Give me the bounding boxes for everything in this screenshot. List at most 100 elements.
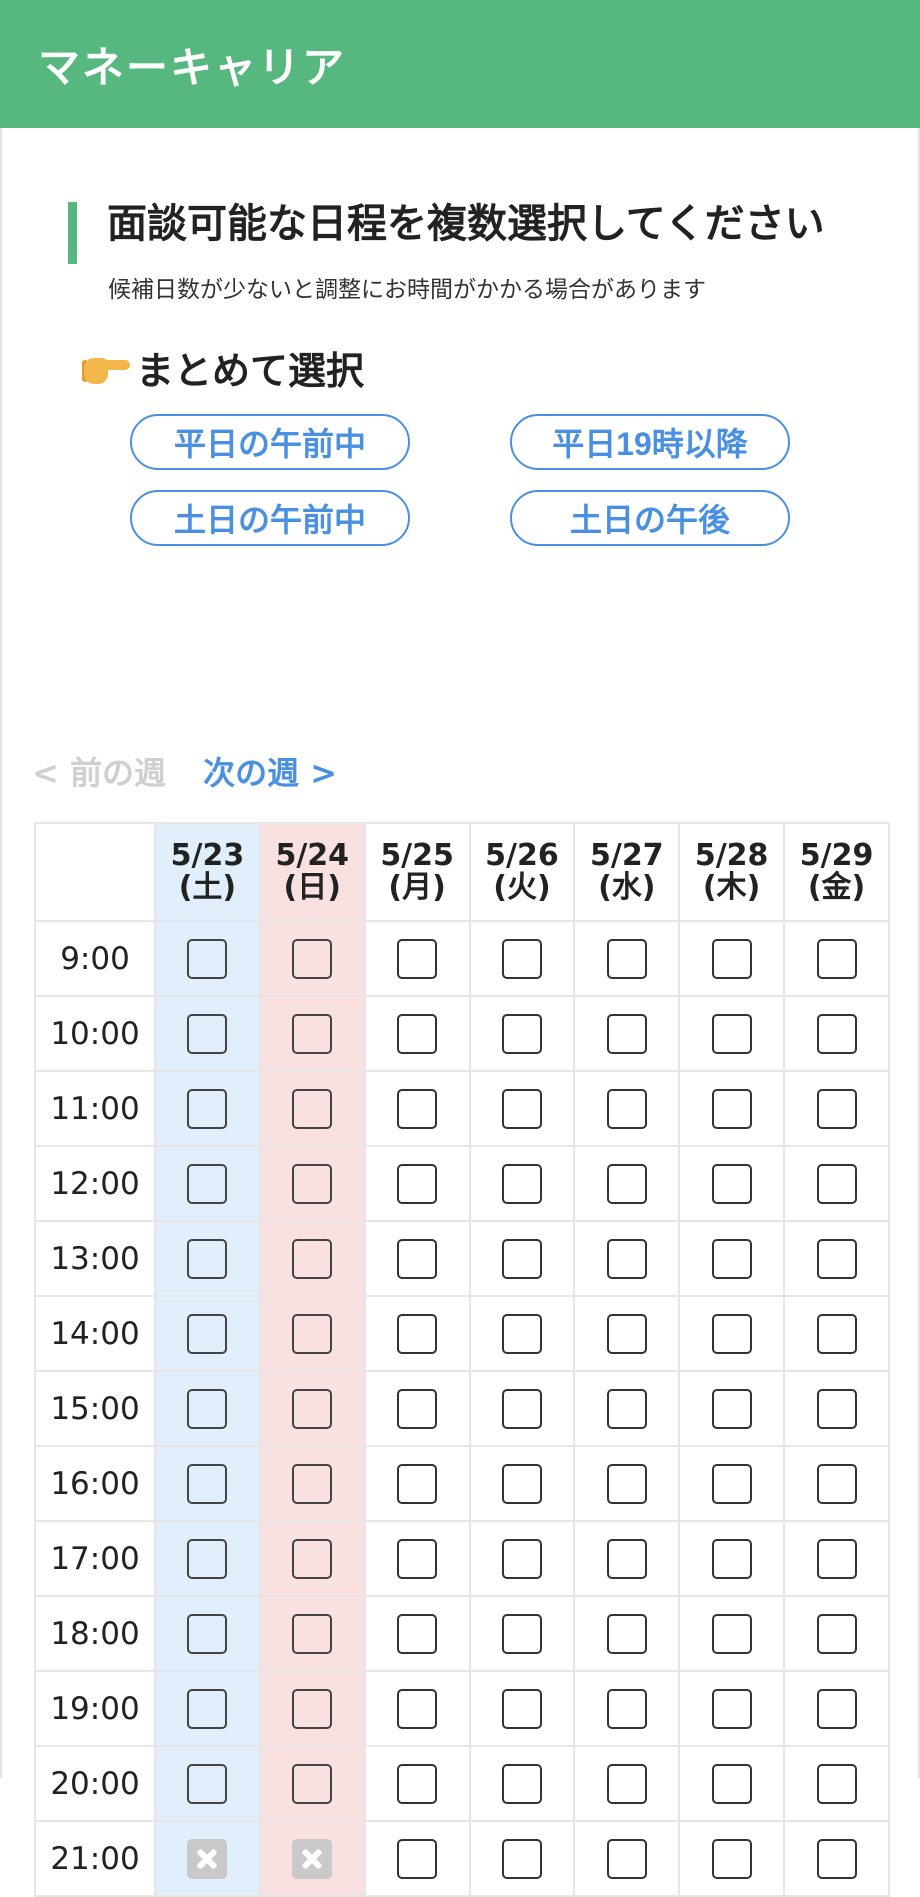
slot-checkbox[interactable] [187, 1088, 228, 1129]
slot-checkbox[interactable] [292, 1538, 333, 1579]
slot-checkbox[interactable] [606, 1538, 647, 1579]
slot-checkbox[interactable] [501, 1388, 542, 1429]
slot-checkbox[interactable] [711, 1313, 752, 1354]
slot-checkbox[interactable] [187, 1763, 228, 1804]
slot-checkbox[interactable] [606, 1463, 647, 1504]
slot-checkbox[interactable] [292, 938, 333, 979]
slot-checkbox[interactable] [606, 1013, 647, 1054]
time-slot-cell [468, 920, 576, 997]
slot-checkbox[interactable] [711, 1538, 752, 1579]
slot-checkbox[interactable] [816, 1838, 857, 1879]
slot-checkbox[interactable] [292, 1313, 333, 1354]
slot-checkbox[interactable] [606, 1838, 647, 1879]
slot-checkbox[interactable] [711, 1763, 752, 1804]
slot-checkbox[interactable] [397, 1088, 438, 1129]
slot-checkbox[interactable] [397, 1538, 438, 1579]
slot-checkbox[interactable] [501, 1163, 542, 1204]
slot-checkbox[interactable] [606, 938, 647, 979]
next-week-link[interactable]: 次の週 > [203, 754, 337, 792]
slot-checkbox[interactable] [187, 938, 228, 979]
slot-checkbox[interactable] [711, 1013, 752, 1054]
slot-checkbox[interactable] [397, 1238, 438, 1279]
slot-checkbox[interactable] [292, 1013, 333, 1054]
slot-checkbox[interactable] [816, 1463, 857, 1504]
slot-checkbox[interactable] [816, 1238, 857, 1279]
slot-checkbox[interactable] [187, 1688, 228, 1729]
slot-checkbox[interactable] [816, 1538, 857, 1579]
slot-checkbox[interactable] [187, 1163, 228, 1204]
slot-checkbox[interactable] [292, 1463, 333, 1504]
slot-checkbox[interactable] [501, 1238, 542, 1279]
slot-checkbox[interactable] [292, 1238, 333, 1279]
slot-checkbox[interactable] [606, 1688, 647, 1729]
slot-checkbox[interactable] [501, 1838, 542, 1879]
bulk-weekend-afternoon-button[interactable]: 土日の午後 [510, 490, 790, 546]
slot-checkbox[interactable] [501, 1538, 542, 1579]
logo[interactable]: マネーキャリア [38, 34, 346, 95]
slot-checkbox[interactable] [292, 1388, 333, 1429]
bulk-weekday-evening-button[interactable]: 平日19時以降 [510, 414, 790, 470]
bulk-weekend-morning-button[interactable]: 土日の午前中 [130, 490, 410, 546]
slot-checkbox[interactable] [397, 1763, 438, 1804]
slot-checkbox[interactable] [397, 938, 438, 979]
slot-checkbox[interactable] [292, 1088, 333, 1129]
slot-checkbox[interactable] [397, 1163, 438, 1204]
slot-checkbox[interactable] [501, 1688, 542, 1729]
slot-checkbox[interactable] [711, 1163, 752, 1204]
slot-checkbox[interactable] [187, 1613, 228, 1654]
slot-checkbox[interactable] [606, 1313, 647, 1354]
slot-checkbox[interactable] [397, 1388, 438, 1429]
slot-checkbox[interactable] [816, 1163, 857, 1204]
slot-checkbox[interactable] [816, 1013, 857, 1054]
slot-checkbox[interactable] [501, 938, 542, 979]
slot-checkbox[interactable] [397, 1463, 438, 1504]
slot-checkbox[interactable] [187, 1313, 228, 1354]
slot-checkbox[interactable] [816, 1313, 857, 1354]
slot-checkbox[interactable] [397, 1013, 438, 1054]
slot-checkbox[interactable] [816, 1613, 857, 1654]
slot-checkbox[interactable] [187, 1013, 228, 1054]
slot-checkbox[interactable] [187, 1238, 228, 1279]
slot-checkbox[interactable] [711, 1463, 752, 1504]
time-slot-cell [573, 1745, 681, 1822]
time-label: 12:00 [34, 1145, 156, 1222]
slot-checkbox[interactable] [816, 1088, 857, 1129]
slot-checkbox[interactable] [397, 1313, 438, 1354]
slot-checkbox[interactable] [501, 1613, 542, 1654]
slot-checkbox[interactable] [187, 1388, 228, 1429]
slot-checkbox[interactable] [711, 1388, 752, 1429]
slot-checkbox[interactable] [606, 1613, 647, 1654]
slot-checkbox[interactable] [606, 1763, 647, 1804]
slot-checkbox[interactable] [292, 1688, 333, 1729]
time-slot-cell [154, 1595, 261, 1672]
slot-checkbox[interactable] [606, 1163, 647, 1204]
slot-checkbox[interactable] [816, 1688, 857, 1729]
slot-checkbox[interactable] [501, 1013, 542, 1054]
slot-checkbox[interactable] [292, 1763, 333, 1804]
slot-checkbox[interactable] [711, 1238, 752, 1279]
slot-checkbox[interactable] [397, 1838, 438, 1879]
slot-checkbox[interactable] [292, 1163, 333, 1204]
slot-checkbox[interactable] [606, 1238, 647, 1279]
slot-checkbox[interactable] [816, 938, 857, 979]
slot-checkbox[interactable] [501, 1763, 542, 1804]
slot-checkbox[interactable] [501, 1313, 542, 1354]
slot-checkbox[interactable] [711, 1088, 752, 1129]
slot-checkbox[interactable] [292, 1613, 333, 1654]
slot-checkbox[interactable] [501, 1088, 542, 1129]
slot-checkbox[interactable] [501, 1463, 542, 1504]
slot-checkbox[interactable] [606, 1088, 647, 1129]
slot-checkbox[interactable] [397, 1613, 438, 1654]
slot-checkbox[interactable] [816, 1763, 857, 1804]
slot-checkbox[interactable] [711, 938, 752, 979]
slot-checkbox[interactable] [711, 1613, 752, 1654]
slot-checkbox[interactable] [397, 1688, 438, 1729]
slot-checkbox[interactable] [606, 1388, 647, 1429]
pointing-hand-icon [82, 350, 132, 386]
slot-checkbox[interactable] [711, 1688, 752, 1729]
slot-checkbox[interactable] [187, 1538, 228, 1579]
slot-checkbox[interactable] [816, 1388, 857, 1429]
slot-checkbox[interactable] [711, 1838, 752, 1879]
slot-checkbox[interactable] [187, 1463, 228, 1504]
bulk-weekday-morning-button[interactable]: 平日の午前中 [130, 414, 410, 470]
